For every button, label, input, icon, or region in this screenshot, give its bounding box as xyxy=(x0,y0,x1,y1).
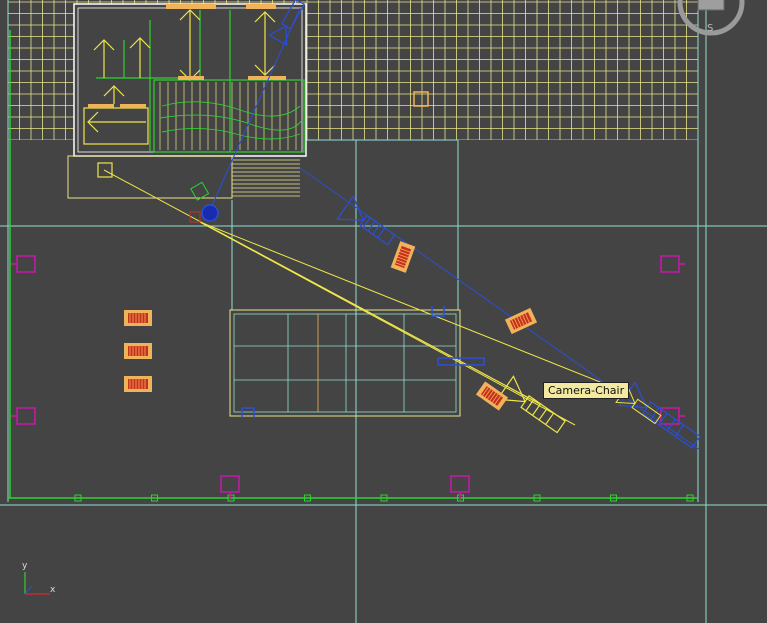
chair-icon xyxy=(124,310,152,326)
viewcube-icon[interactable]: S xyxy=(677,0,745,36)
viewcube-compass-letter: S xyxy=(707,23,713,34)
object-tooltip: Camera-Chair xyxy=(543,382,630,399)
scene-canvas[interactable]: S y x xyxy=(0,0,767,623)
axis-y-label: y xyxy=(22,561,28,571)
chair-icon xyxy=(124,343,152,359)
axis-gizmo-icon: y x xyxy=(22,561,56,595)
chair-icon xyxy=(124,376,152,392)
viewport-top[interactable]: S y x Camera-Chair xyxy=(0,0,767,623)
ground-area xyxy=(8,140,698,502)
axis-x-label: x xyxy=(50,585,56,595)
